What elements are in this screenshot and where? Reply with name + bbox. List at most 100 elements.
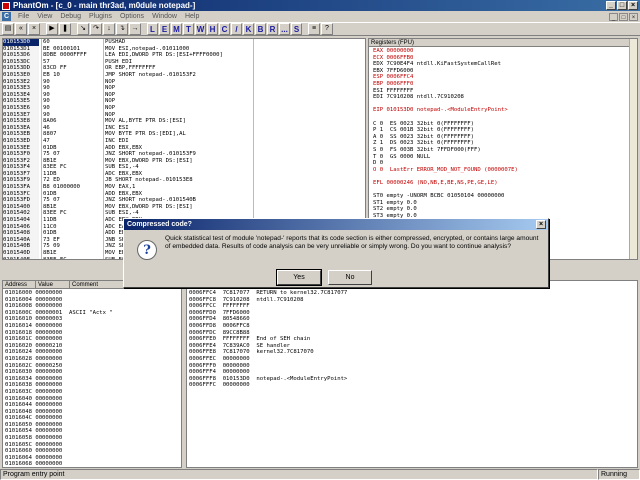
toolbar-log-button[interactable]: L	[147, 23, 158, 35]
dump-row[interactable]: 01016050 00000000	[5, 422, 113, 429]
toolbar-windows-button[interactable]: W	[195, 23, 206, 35]
toolbar-cpu-button[interactable]: C	[219, 23, 230, 35]
dump-row[interactable]: 01016020 00000210	[5, 343, 113, 350]
stack-row[interactable]: 0006FFE8 7C817070 kernel32.7C817070	[189, 349, 347, 356]
dump-row[interactable]: 01016018 00000000	[5, 330, 113, 337]
dump-row[interactable]: 01016060 00000000	[5, 448, 113, 455]
dump-row[interactable]: 01016048 00000000	[5, 409, 113, 416]
dump-row[interactable]: 01016010 00000003	[5, 316, 113, 323]
disasm-address[interactable]: 010153EB	[3, 131, 39, 138]
disasm-address[interactable]: 010153E2	[3, 79, 39, 86]
step-into-icon[interactable]: ↘	[77, 23, 89, 35]
stack-row[interactable]: 0006FFD4 80548660	[189, 316, 347, 323]
close-button[interactable]: ×	[628, 1, 638, 10]
disasm-address[interactable]: 0101540F	[3, 257, 39, 259]
stack-row[interactable]: 0006FFD8 0006FFC8	[189, 323, 347, 330]
dialog-close-button[interactable]: ×	[536, 220, 546, 229]
disasm-address[interactable]: 010153F9	[3, 177, 39, 184]
step-over-icon[interactable]: ↷	[90, 23, 102, 35]
disasm-address[interactable]: 010153E8	[3, 118, 39, 125]
toolbar-handles-button[interactable]: H	[207, 23, 218, 35]
toolbar-breakpoints-button[interactable]: B	[255, 23, 266, 35]
disasm-address[interactable]: 010153D6	[3, 52, 39, 59]
disasm-address[interactable]: 010153E0	[3, 72, 39, 79]
disasm-address[interactable]: 010153ED	[3, 138, 39, 145]
disasm-address[interactable]: 010153E6	[3, 105, 39, 112]
trace-over-icon[interactable]: ↴	[116, 23, 128, 35]
dump-row[interactable]: 01016014 00000000	[5, 323, 113, 330]
disasm-address[interactable]: 01015400	[3, 204, 39, 211]
stack-row[interactable]: 0006FFD0 7FFD6000	[189, 310, 347, 317]
disasm-address[interactable]: 010153DD	[3, 65, 39, 72]
toolbar-runtrace-button[interactable]: ...	[279, 23, 290, 35]
close-program-icon[interactable]: ×	[28, 23, 40, 35]
disasm-address[interactable]: 010153FD	[3, 197, 39, 204]
toolbar-callstack-button[interactable]: K	[243, 23, 254, 35]
dump-row[interactable]: 0101605C 00000000	[5, 442, 113, 449]
disasm-address[interactable]: 01015402	[3, 210, 39, 217]
disasm-address[interactable]: 01015408	[3, 230, 39, 237]
disasm-address[interactable]: 010153EE	[3, 145, 39, 152]
dump-row[interactable]: 01016030 00000000	[5, 369, 113, 376]
stack-row[interactable]: 0006FFE4 7C839AC0 SE handler	[189, 343, 347, 350]
toolbar-threads-button[interactable]: T	[183, 23, 194, 35]
disasm-address[interactable]: 010153E3	[3, 85, 39, 92]
disasm-address[interactable]: 010153FC	[3, 191, 39, 198]
stack-row[interactable]: 0006FFDC 89CC8B88	[189, 330, 347, 337]
menu-debug[interactable]: Debug	[56, 13, 85, 20]
open-icon[interactable]: ▤	[2, 23, 14, 35]
disasm-address[interactable]: 010153FA	[3, 184, 39, 191]
registers-header[interactable]: Registers (FPU)	[369, 39, 631, 47]
disasm-address[interactable]: 0101540A	[3, 237, 39, 244]
dump-header-address[interactable]: Address	[3, 281, 35, 289]
dump-header-value[interactable]: Value	[35, 281, 69, 289]
help-icon[interactable]: ?	[321, 23, 333, 35]
dump-row[interactable]: 0101601C 00000000	[5, 336, 113, 343]
disasm-address[interactable]: 010153DC	[3, 59, 39, 66]
dump-row[interactable]: 01016008 00000000	[5, 303, 113, 310]
pause-icon[interactable]: ❚	[59, 23, 71, 35]
dump-row[interactable]: 01016068 00000000	[5, 461, 113, 467]
disasm-address[interactable]: 010153E7	[3, 112, 39, 119]
menu-plugins[interactable]: Plugins	[85, 13, 116, 20]
toolbar-memory-button[interactable]: M	[171, 23, 182, 35]
yes-button[interactable]: Yes	[276, 269, 322, 286]
menu-window[interactable]: Window	[148, 13, 181, 20]
stack-row[interactable]: 0006FFF4 00000000	[189, 369, 347, 376]
stack-pane[interactable]: 0006FFC4 7C817077 RETURN to kernel32.7C8…	[186, 280, 638, 468]
disasm-address[interactable]: 010153D0	[3, 39, 39, 46]
dump-row[interactable]: 01016028 00000000	[5, 356, 113, 363]
disasm-address[interactable]: 0101540D	[3, 250, 39, 257]
disasm-address[interactable]: 010153EA	[3, 125, 39, 132]
stack-row[interactable]: 0006FFC8 7C910208 ntdll.7C910208	[189, 297, 347, 304]
no-button[interactable]: No	[328, 270, 372, 285]
stack-row[interactable]: 0006FFF0 00000000	[189, 363, 347, 370]
disasm-address[interactable]: 010153F0	[3, 151, 39, 158]
disasm-address[interactable]: 010153E4	[3, 92, 39, 99]
restart-icon[interactable]: «	[15, 23, 27, 35]
menu-file[interactable]: File	[14, 13, 33, 20]
dump-row[interactable]: 01016004 00000000	[5, 297, 113, 304]
toolbar-patches-button[interactable]: /	[231, 23, 242, 35]
run-icon[interactable]: ▶	[46, 23, 58, 35]
stack-row[interactable]: 0006FFEC 00000000	[189, 356, 347, 363]
trace-into-icon[interactable]: ↓	[103, 23, 115, 35]
disasm-address[interactable]: 010153E5	[3, 98, 39, 105]
stack-row[interactable]: 0006FFC4 7C817077 RETURN to kernel32.7C8…	[189, 290, 347, 297]
disasm-address[interactable]: 01015404	[3, 217, 39, 224]
dump-row[interactable]: 01016064 00000000	[5, 455, 113, 462]
stack-row[interactable]: 0006FFE0 FFFFFFFF End of SEH chain	[189, 336, 347, 343]
maximize-button[interactable]: □	[617, 1, 627, 10]
stack-row[interactable]: 0006FFCC FFFFFFFF	[189, 303, 347, 310]
dump-row[interactable]: 01016024 00000000	[5, 349, 113, 356]
stack-row[interactable]: 0006FFFC 00000000	[189, 382, 347, 389]
registers-scrollbar[interactable]	[629, 39, 637, 259]
disasm-address[interactable]: 010153F4	[3, 164, 39, 171]
disasm-address[interactable]: 0101540B	[3, 243, 39, 250]
options-icon[interactable]: ≡	[308, 23, 320, 35]
minimize-button[interactable]: _	[606, 1, 616, 10]
menu-help[interactable]: Help	[181, 13, 203, 20]
child-minimize-button[interactable]: _	[609, 12, 618, 21]
dump-row[interactable]: 01016044 00000000	[5, 402, 113, 409]
execute-till-return-icon[interactable]: →	[129, 23, 141, 35]
